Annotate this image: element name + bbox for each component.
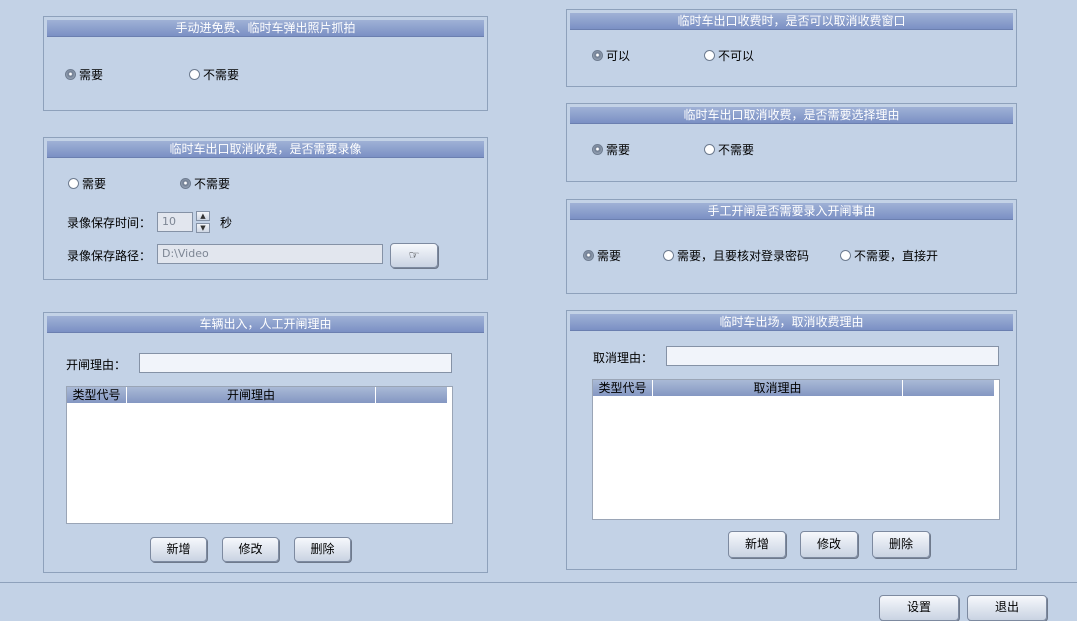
radio-checked-icon (583, 250, 594, 261)
column-header-reason[interactable]: 取消理由 (653, 380, 903, 396)
browse-button[interactable]: ☞ (390, 243, 438, 268)
radio-cancel-reason-no[interactable]: 不需要 (704, 141, 754, 158)
panel-cancel-window: 临时车出口收费时，是否可以取消收费窗口 可以 不可以 (566, 9, 1017, 87)
radio-snapshot-yes[interactable]: 需要 (65, 66, 103, 83)
column-header-empty[interactable] (376, 387, 448, 403)
radio-label: 需要 (79, 68, 104, 82)
column-header-empty[interactable] (903, 380, 995, 396)
save-time-input[interactable]: 10 (157, 212, 193, 232)
panel-vehicle-reason: 车辆出入，人工开闸理由 开闸理由： 类型代号 开闸理由 新增 修改 删除 (43, 312, 488, 573)
radio-label: 可以 (606, 49, 631, 63)
radio-label: 需要 (597, 249, 622, 263)
cancel-reason-table[interactable]: 类型代号 取消理由 (592, 379, 1000, 520)
table-header: 类型代号 取消理由 (593, 380, 999, 396)
save-time-label: 录像保存时间： (67, 216, 152, 230)
radio-label: 不需要 (203, 68, 240, 82)
open-reason-input[interactable] (139, 353, 452, 373)
radio-cancel-reason-yes[interactable]: 需要 (592, 141, 630, 158)
panel-title: 临时车出口收费时，是否可以取消收费窗口 (570, 13, 1013, 30)
radio-label: 不需要，直接开 (854, 249, 939, 263)
footer-divider (0, 582, 1077, 583)
panel-title: 临时车出口取消收费，是否需要选择理由 (570, 107, 1013, 124)
panel-manual-open: 手工开闸是否需要录入开闸事由 需要 需要，且要核对登录密码 不需要，直接开 (566, 199, 1017, 294)
radio-checked-icon (592, 50, 603, 61)
radio-cancel-window-no[interactable]: 不可以 (704, 47, 754, 64)
radio-checked-icon (592, 144, 603, 155)
exit-button[interactable]: 退出 (967, 595, 1047, 621)
save-time-spinner[interactable]: ▲ ▼ (196, 211, 210, 233)
radio-manual-open-need-password[interactable]: 需要，且要核对登录密码 (663, 247, 809, 264)
radio-label: 不可以 (718, 49, 755, 63)
settings-button[interactable]: 设置 (879, 595, 959, 621)
add-button[interactable]: 新增 (150, 537, 207, 562)
edit-button[interactable]: 修改 (800, 531, 858, 558)
column-header-code[interactable]: 类型代号 (67, 387, 127, 403)
radio-unchecked-icon (663, 250, 674, 261)
radio-record-no[interactable]: 不需要 (180, 175, 230, 192)
panel-record: 临时车出口取消收费，是否需要录像 需要 不需要 录像保存时间： 10 ▲ ▼ 秒… (43, 137, 488, 280)
panel-title: 手动进免费、临时车弹出照片抓拍 (47, 20, 484, 37)
radio-label: 不需要 (194, 177, 231, 191)
save-path-label: 录像保存路径： (67, 249, 152, 263)
column-header-code[interactable]: 类型代号 (593, 380, 653, 396)
radio-label: 不需要 (718, 143, 755, 157)
panel-title: 车辆出入，人工开闸理由 (47, 316, 484, 333)
radio-manual-open-direct[interactable]: 不需要，直接开 (840, 247, 938, 264)
panel-snapshot: 手动进免费、临时车弹出照片抓拍 需要 不需要 (43, 16, 488, 111)
column-header-reason[interactable]: 开闸理由 (127, 387, 376, 403)
panel-title: 临时车出口取消收费，是否需要录像 (47, 141, 484, 158)
panel-title: 临时车出场，取消收费理由 (570, 314, 1013, 331)
radio-record-yes[interactable]: 需要 (68, 175, 106, 192)
panel-title: 手工开闸是否需要录入开闸事由 (570, 203, 1013, 220)
spin-down-icon[interactable]: ▼ (196, 223, 210, 233)
panel-cancel-reason-select: 临时车出口取消收费，是否需要选择理由 需要 不需要 (566, 103, 1017, 182)
pointing-hand-icon: ☞ (408, 248, 420, 262)
save-time-unit: 秒 (220, 216, 233, 230)
panel-cancel-reason: 临时车出场，取消收费理由 取消理由： 类型代号 取消理由 新增 修改 删除 (566, 310, 1017, 570)
radio-unchecked-icon (68, 178, 79, 189)
spin-up-icon[interactable]: ▲ (196, 211, 210, 221)
radio-cancel-window-yes[interactable]: 可以 (592, 47, 630, 64)
radio-checked-icon (65, 69, 76, 80)
table-header: 类型代号 开闸理由 (67, 387, 452, 403)
radio-label: 需要 (82, 177, 107, 191)
cancel-reason-label: 取消理由： (593, 351, 654, 365)
save-path-input[interactable]: D:\Video (157, 244, 383, 264)
radio-manual-open-need[interactable]: 需要 (583, 247, 621, 264)
radio-unchecked-icon (704, 50, 715, 61)
radio-snapshot-no[interactable]: 不需要 (189, 66, 239, 83)
radio-label: 需要，且要核对登录密码 (677, 249, 810, 263)
open-reason-table[interactable]: 类型代号 开闸理由 (66, 386, 453, 524)
cancel-reason-input[interactable] (666, 346, 999, 366)
radio-label: 需要 (606, 143, 631, 157)
radio-checked-icon (180, 178, 191, 189)
open-reason-label: 开闸理由： (66, 358, 127, 372)
radio-unchecked-icon (704, 144, 715, 155)
delete-button[interactable]: 删除 (872, 531, 930, 558)
edit-button[interactable]: 修改 (222, 537, 279, 562)
add-button[interactable]: 新增 (728, 531, 786, 558)
delete-button[interactable]: 删除 (294, 537, 351, 562)
radio-unchecked-icon (840, 250, 851, 261)
radio-unchecked-icon (189, 69, 200, 80)
